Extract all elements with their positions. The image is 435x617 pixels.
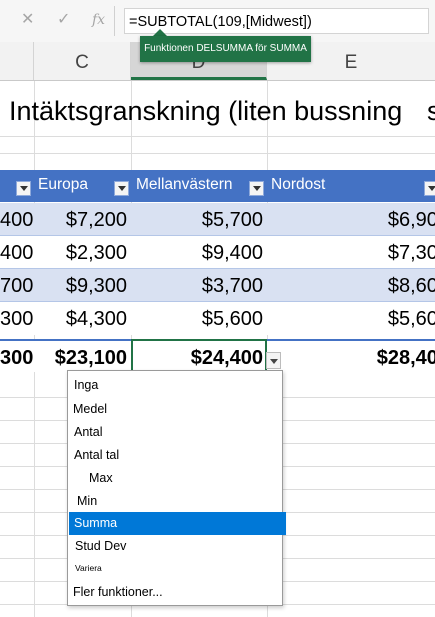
column-header-b[interactable] [0,42,34,80]
sheet-title[interactable]: Intäktsgranskning (liten bussning [9,94,402,128]
cell-mellanvastern[interactable]: $5,700 [131,203,263,236]
cell-mellanvastern[interactable]: $9,400 [131,236,263,269]
list-item-inga[interactable]: Inga [69,374,286,397]
cell-nordost[interactable]: $6,900 [267,203,435,236]
cell-b[interactable]: 700 [0,269,33,302]
sheet-title-overflow: s [427,96,435,126]
close-icon[interactable]: ✕ [21,12,34,28]
filter-dropdown-mellanvastern[interactable] [249,181,264,196]
grid-line [0,136,435,137]
filter-dropdown-europa[interactable] [114,181,129,196]
cell-europa[interactable]: $9,300 [34,269,127,302]
cell-nordost[interactable]: $5,600 [267,302,435,335]
header-mellanvastern[interactable]: Mellanvästern [136,176,233,194]
table-row: 400 $7,200 $5,700 $6,900 [0,203,435,236]
table-header-row: Europa Mellanvästern Nordost [0,170,435,202]
list-item-fler-funktioner[interactable]: Fler funktioner... [69,581,285,604]
table-row: 700 $9,300 $3,700 $8,600 [0,269,435,302]
checkmark-icon[interactable]: ✓ [57,12,70,28]
list-item-max[interactable]: Max [69,467,301,490]
cell-b[interactable]: 300 [0,302,33,335]
cell-europa[interactable]: $7,200 [34,203,127,236]
list-item-min[interactable]: Min [69,490,289,513]
cell-nordost[interactable]: $7,300 [267,236,435,269]
table-row: 400 $2,300 $9,400 $7,300 [0,236,435,269]
table-row: 300 $4,300 $5,600 $5,600 [0,302,435,335]
list-item-antal[interactable]: Antal [69,421,286,444]
total-cell-nordost[interactable]: $28,400 [267,341,435,374]
list-item-summa[interactable]: Summa [69,512,286,535]
filter-dropdown-nordost[interactable] [424,181,435,196]
cell-b[interactable]: 400 [0,236,33,269]
total-cell-b[interactable]: 300 [0,341,33,374]
cell-europa[interactable]: $4,300 [34,302,127,335]
cell-b[interactable]: 400 [0,203,33,236]
cell-europa[interactable]: $2,300 [34,236,127,269]
function-icon[interactable]: fx [92,12,105,28]
header-nordost[interactable]: Nordost [271,176,325,194]
cell-mellanvastern[interactable]: $3,700 [131,269,263,302]
list-item-antal-tal[interactable]: Antal tal [69,444,286,467]
formula-bar-divider [114,6,115,36]
column-header-c[interactable]: C [34,42,131,80]
tooltip-arrow [153,29,167,36]
total-function-list: Inga Medel Antal Antal tal Max Min Summa… [67,370,286,606]
list-item-variera[interactable]: Variera [69,557,287,580]
list-item-medel[interactable]: Medel [69,398,285,421]
header-europa[interactable]: Europa [38,176,88,194]
cell-nordost[interactable]: $8,600 [267,269,435,302]
grid-line [0,153,435,154]
function-tooltip: Funktionen DELSUMMA för SUMMA [140,36,311,62]
cell-mellanvastern[interactable]: $5,600 [131,302,263,335]
formula-input[interactable]: =SUBTOTAL(109,[Midwest]) [124,8,429,34]
list-item-stud-dev[interactable]: Stud Dev [69,535,287,558]
filter-dropdown-b[interactable] [16,181,31,196]
total-function-dropdown-button[interactable] [266,352,281,369]
selected-cell-border [131,339,267,372]
